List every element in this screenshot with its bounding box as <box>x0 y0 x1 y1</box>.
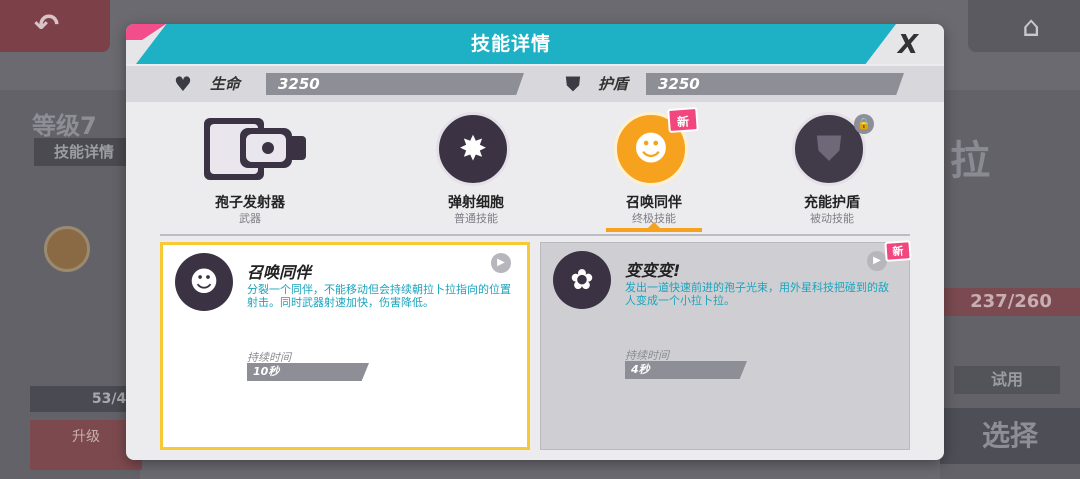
skill-type: 普通技能 <box>454 212 498 225</box>
skill-type: 武器 <box>239 212 261 225</box>
skill-name: 弹射细胞 <box>448 195 504 211</box>
modal-title: 技能详情 <box>470 33 551 55</box>
skill-name: 召唤同伴 <box>626 195 682 211</box>
try-button[interactable]: 试用 <box>954 366 1060 394</box>
hp-label: 生命 <box>210 75 241 93</box>
shard-counter: 237/260 <box>942 288 1080 316</box>
new-badge: 新 <box>667 106 699 134</box>
home-button[interactable]: ⌂ <box>968 0 1080 52</box>
stats-row: ♥ 生命 3250 ⛊ 护盾 3250 <box>126 66 944 102</box>
card-title: 召唤同伴 <box>247 263 312 282</box>
skill-detail-modal: 技能详情 X ♥ 生命 3250 ⛊ 护盾 3250 孢子发射器 武器 ✸ 弹射… <box>126 24 944 460</box>
skill-tab-normal[interactable]: ✸ 弹射细胞 普通技能 <box>396 104 556 234</box>
heart-pulse-icon: ♥ <box>174 72 192 96</box>
new-badge: 新 <box>884 240 912 262</box>
skill-detail-button[interactable]: 技能详情 <box>34 138 134 166</box>
card-title: 变变变! <box>625 261 681 280</box>
shield-icon: ⛊ <box>565 72 581 96</box>
character-ring-icon <box>44 226 90 272</box>
play-preview-icon[interactable]: ▶ <box>867 251 887 271</box>
character-name-fragment: 拉 <box>950 138 990 184</box>
back-arrow-icon: ↶ <box>34 8 60 43</box>
hp-value: 3250 <box>266 73 524 95</box>
skill-name: 充能护盾 <box>804 195 860 211</box>
skill-tabs: 孢子发射器 武器 ✸ 弹射细胞 普通技能 ☻ 新 召唤同伴 终极技能 ⛊ 🔒 充… <box>126 104 944 234</box>
summon-companion-icon: ☻ <box>175 253 233 311</box>
skill-tab-weapon[interactable]: 孢子发射器 武器 <box>170 104 330 234</box>
duration-value: 4秒 <box>625 361 747 379</box>
play-preview-icon[interactable]: ▶ <box>491 253 511 273</box>
back-button[interactable]: ↶ <box>0 0 110 52</box>
transform-skill-icon: ✿ <box>553 251 611 309</box>
level-text: 等级7 <box>32 112 97 140</box>
skill-tab-passive[interactable]: ⛊ 🔒 充能护盾 被动技能 <box>752 104 912 234</box>
divider <box>160 234 910 236</box>
skill-detail-card[interactable]: ☻ 召唤同伴 ▶ 分裂一个同伴，不能移动但会持续朝拉卜拉指向的位置射击。同时武器… <box>160 242 530 450</box>
duration-label: 持续时间 <box>247 351 291 364</box>
modal-header: 技能详情 X <box>126 24 944 64</box>
skill-detail-card[interactable]: ✿ 变变变! ▶ 新 发出一道快速前进的孢子光束，用外星科技把碰到的敌人变成一个… <box>540 240 912 450</box>
close-button[interactable]: X <box>888 30 928 60</box>
select-button[interactable]: 选择 <box>940 408 1080 464</box>
lock-icon: 🔒 <box>854 114 874 134</box>
skill-name: 孢子发射器 <box>215 195 285 211</box>
card-description: 分裂一个同伴，不能移动但会持续朝拉卜拉指向的位置射击。同时武器射速加快，伤害降低… <box>247 283 511 309</box>
card-description: 发出一道快速前进的孢子光束，用外星科技把碰到的敌人变成一个小拉卜拉。 <box>625 281 889 307</box>
shield-value: 3250 <box>646 73 904 95</box>
shield-label: 护盾 <box>598 75 629 93</box>
duration-value: 10秒 <box>247 363 369 381</box>
bouncing-cell-icon: ✸ <box>436 112 510 186</box>
spore-launcher-icon <box>204 118 306 180</box>
selected-tab-caret-icon <box>646 222 662 230</box>
skill-tab-ultimate[interactable]: ☻ 新 召唤同伴 终极技能 <box>574 104 734 234</box>
upgrade-label: 升级 <box>72 429 100 445</box>
skill-type: 被动技能 <box>810 212 854 225</box>
duration-label: 持续时间 <box>625 349 669 362</box>
home-icon: ⌂ <box>1022 10 1040 43</box>
